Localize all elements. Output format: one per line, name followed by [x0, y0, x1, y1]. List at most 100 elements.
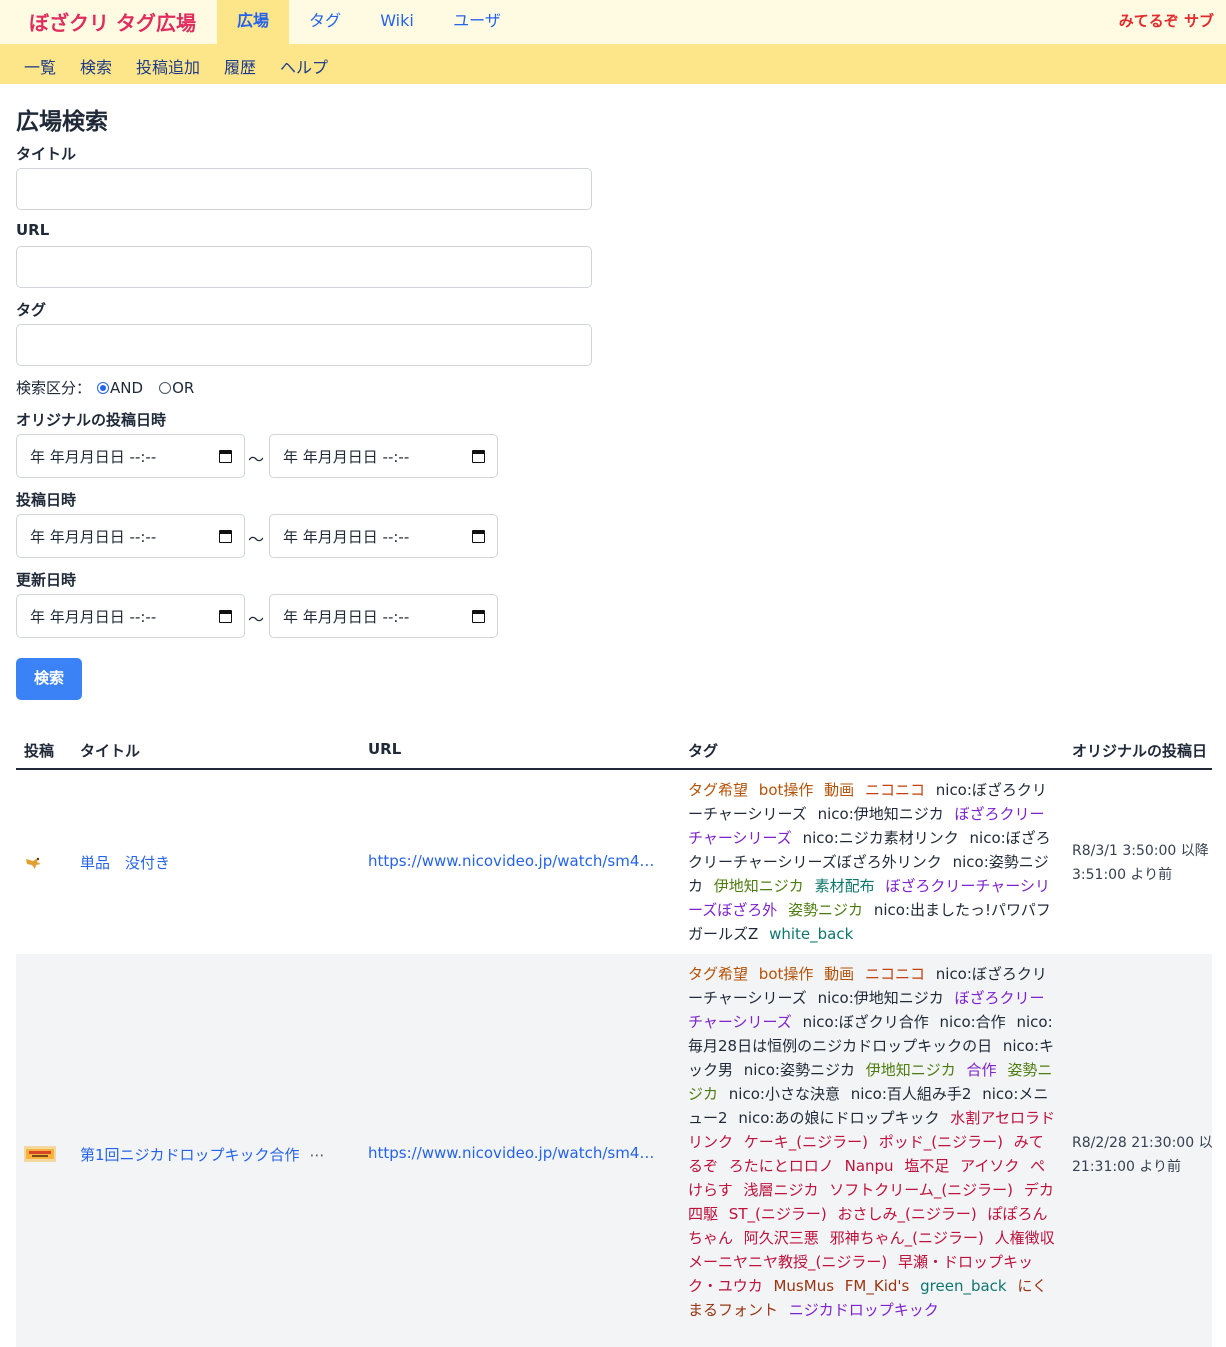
tag-link[interactable]: 浅層ニジカ: [743, 1181, 818, 1199]
tag-link[interactable]: アイソク: [960, 1157, 1019, 1175]
col-title[interactable]: タイトル: [80, 740, 140, 761]
calendar-icon[interactable]: [472, 610, 485, 623]
updated-date-label: 更新日時: [16, 571, 77, 589]
tag-link[interactable]: ケーキ_(ニジラー): [744, 1133, 868, 1151]
tag-link[interactable]: bot操作: [759, 965, 814, 983]
tag-link[interactable]: nico:合作: [940, 1013, 1006, 1031]
calendar-icon[interactable]: [219, 530, 232, 543]
tag-link[interactable]: Nanpu: [845, 1157, 894, 1175]
url-label: URL: [16, 221, 50, 239]
tag-link[interactable]: bot操作: [759, 781, 814, 799]
tag-link[interactable]: ニコニコ: [865, 781, 925, 799]
post-title-text[interactable]: 第1回ニジカドロップキック合作: [80, 1146, 300, 1164]
date-placeholder: 年 年月月日日 --:--: [283, 448, 410, 466]
original-date-to[interactable]: 年 年月月日日 --:--: [269, 434, 498, 478]
post-thumbnail[interactable]: [24, 855, 44, 871]
tag-label: タグ: [16, 301, 47, 319]
tag-link[interactable]: 阿久沢三悪: [744, 1229, 819, 1247]
more-icon[interactable]: ⋯: [310, 1146, 325, 1164]
tag-link[interactable]: nico:小さな決意: [729, 1085, 840, 1103]
table-row: 第1回ニジカドロップキック合作 ⋯ https://www.nicovideo.j…: [16, 954, 1212, 1347]
top-nav: ぼざクリ タグ広場 広場 タグ Wiki ユーザ みてるぞ サブ: [0, 0, 1226, 44]
and-label[interactable]: AND: [110, 379, 143, 397]
tag-link[interactable]: ろたにとロロノ: [729, 1157, 834, 1175]
tab-users[interactable]: ユーザ: [433, 0, 521, 44]
original-date: R8/3/1 3:50:00 以降 3:51:00 より前: [1072, 839, 1212, 887]
search-mode: 検索区分： AND OR: [16, 377, 194, 398]
tag-link[interactable]: ニコニコ: [865, 965, 925, 983]
tag-link[interactable]: green_back: [920, 1277, 1006, 1295]
original-date-label: オリジナルの投稿日時: [16, 411, 167, 429]
current-user[interactable]: みてるぞ サブ: [1119, 10, 1214, 31]
calendar-icon[interactable]: [219, 450, 232, 463]
tag-input[interactable]: [16, 324, 592, 366]
post-thumbnail[interactable]: [24, 1146, 56, 1162]
calendar-icon[interactable]: [472, 450, 485, 463]
date-placeholder: 年 年月月日日 --:--: [283, 608, 410, 626]
tag-link[interactable]: 伊地知ニジカ: [714, 877, 804, 895]
tag-link[interactable]: 合作: [967, 1061, 997, 1079]
tab-wiki[interactable]: Wiki: [361, 0, 433, 44]
subnav-add-post[interactable]: 投稿追加: [136, 54, 200, 78]
col-tags[interactable]: タグ: [688, 740, 718, 761]
tag-link[interactable]: タグ希望: [688, 965, 748, 983]
search-mode-label: 検索区分：: [16, 379, 92, 397]
col-original-date[interactable]: オリジナルの投稿日: [1072, 740, 1212, 761]
subnav-help[interactable]: ヘルプ: [280, 54, 328, 78]
tag-link[interactable]: nico:百人組み手2: [851, 1085, 972, 1103]
tag-link[interactable]: 塩不足: [904, 1157, 949, 1175]
or-label[interactable]: OR: [172, 379, 194, 397]
tag-link[interactable]: ソフトクリーム_(ニジラー): [829, 1181, 1013, 1199]
site-logo[interactable]: ぼざクリ タグ広場: [29, 7, 196, 36]
tag-link[interactable]: おさしみ_(ニジラー): [837, 1205, 976, 1223]
post-url-link[interactable]: https://www.nicovideo.jp/watch/sm4…: [368, 1144, 670, 1162]
tag-link[interactable]: nico:伊地知ニジカ: [818, 989, 944, 1007]
tag-link[interactable]: nico:伊地知ニジカ: [818, 805, 944, 823]
col-post[interactable]: 投稿: [24, 740, 54, 761]
col-url[interactable]: URL: [368, 740, 401, 758]
tag-link[interactable]: nico:ぼざクリ合作: [803, 1013, 929, 1031]
subnav-history[interactable]: 履歴: [224, 54, 256, 78]
calendar-icon[interactable]: [219, 610, 232, 623]
date-range-start: R8/3/1 3:50:00 以降: [1072, 843, 1209, 859]
title-input[interactable]: [16, 168, 592, 210]
tag-link[interactable]: nico:姿勢ニジカ: [744, 1061, 855, 1079]
tag-link[interactable]: nico:ニジカ素材リンク: [803, 829, 959, 847]
tag-link[interactable]: 素材配布: [815, 877, 875, 895]
post-date-from[interactable]: 年 年月月日日 --:--: [16, 514, 245, 558]
table-row: 単品 没付き https://www.nicovideo.jp/watch/sm…: [16, 770, 1212, 954]
tag-link[interactable]: 動画: [824, 781, 854, 799]
tab-plaza[interactable]: 広場: [217, 0, 289, 44]
tag-link[interactable]: ポッド_(ニジラー): [879, 1133, 1003, 1151]
range-separator: 〜: [248, 530, 265, 549]
post-title-link[interactable]: 単品 没付き: [80, 852, 170, 873]
table-header: 投稿 タイトル URL タグ オリジナルの投稿日: [16, 738, 1212, 770]
tag-link[interactable]: 邪神ちゃん_(ニジラー): [830, 1229, 984, 1247]
url-input[interactable]: [16, 246, 592, 288]
tab-tags[interactable]: タグ: [289, 0, 361, 44]
tag-link[interactable]: MusMus: [773, 1277, 834, 1295]
tag-link[interactable]: ニジカドロップキック: [789, 1301, 939, 1319]
subnav-search[interactable]: 検索: [80, 54, 112, 78]
date-range-end: 21:31:00 より前: [1072, 1159, 1182, 1175]
tag-link[interactable]: タグ希望: [688, 781, 748, 799]
updated-date-from[interactable]: 年 年月月日日 --:--: [16, 594, 245, 638]
and-radio[interactable]: [97, 381, 110, 394]
tag-link[interactable]: FM_Kid's: [845, 1277, 910, 1295]
search-button[interactable]: 検索: [16, 658, 82, 700]
tag-link[interactable]: nico:あの娘にドロップキック: [738, 1109, 939, 1127]
tag-link[interactable]: ST_(ニジラー): [729, 1205, 827, 1223]
original-date-from[interactable]: 年 年月月日日 --:--: [16, 434, 245, 478]
updated-date-to[interactable]: 年 年月月日日 --:--: [269, 594, 498, 638]
calendar-icon[interactable]: [472, 530, 485, 543]
post-url-link[interactable]: https://www.nicovideo.jp/watch/sm4…: [368, 852, 670, 870]
tag-link[interactable]: 姿勢ニジカ: [788, 901, 863, 919]
post-title-link[interactable]: 第1回ニジカドロップキック合作 ⋯: [80, 1144, 325, 1165]
or-radio[interactable]: [159, 381, 172, 394]
subnav-list[interactable]: 一覧: [24, 54, 56, 78]
tag-link[interactable]: white_back: [769, 925, 853, 943]
range-separator: 〜: [248, 450, 265, 469]
tag-link[interactable]: 伊地知ニジカ: [866, 1061, 956, 1079]
post-date-to[interactable]: 年 年月月日日 --:--: [269, 514, 498, 558]
tag-link[interactable]: 動画: [824, 965, 854, 983]
